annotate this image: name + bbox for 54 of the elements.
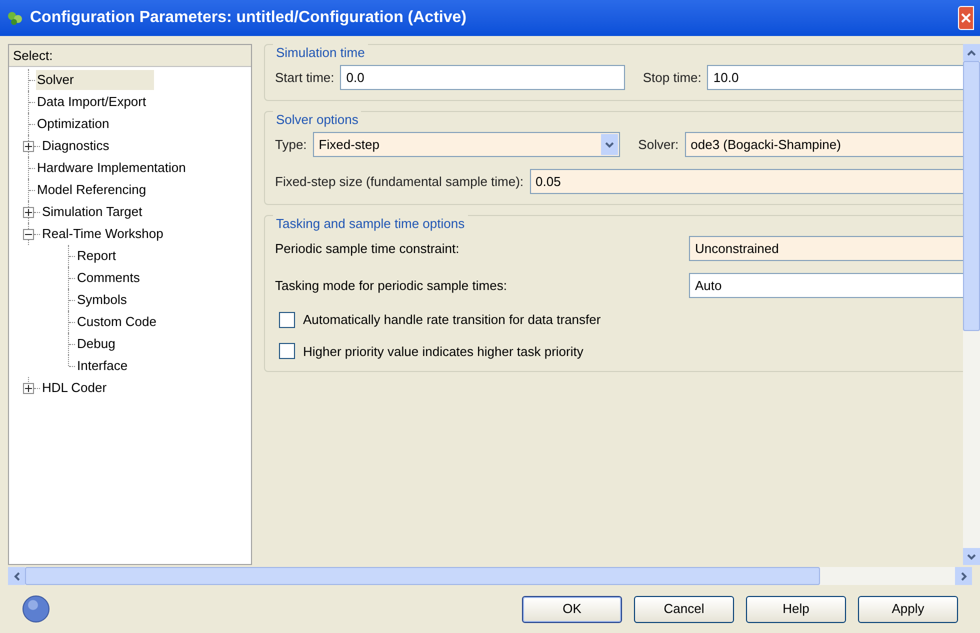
close-icon [961, 13, 971, 23]
close-button[interactable] [958, 6, 974, 30]
app-icon [6, 9, 24, 27]
scroll-left-icon[interactable] [8, 567, 25, 585]
scroll-up-icon[interactable] [963, 44, 980, 61]
tree-header: Select: [9, 45, 251, 67]
tree-item[interactable]: Diagnostics [41, 136, 110, 156]
tree-item[interactable]: Real-Time Workshop [41, 224, 164, 244]
expand-icon[interactable] [23, 206, 34, 218]
input-field[interactable]: 0.05 [530, 169, 963, 194]
tree-item[interactable]: Hardware Implementation [36, 158, 187, 178]
field-label: Stop time: [642, 68, 702, 87]
horizontal-scrollbar[interactable] [8, 567, 972, 585]
expand-icon[interactable] [23, 140, 34, 152]
tree-item[interactable]: Interface [76, 356, 129, 376]
dialog-button[interactable]: Cancel [634, 596, 734, 622]
tree-item[interactable]: Custom Code [76, 312, 158, 332]
tree-item[interactable]: Simulation Target [41, 202, 144, 222]
input-field[interactable]: ode3 (Bogacki-Shampine) [684, 132, 963, 157]
tree-item[interactable]: Optimization [36, 114, 110, 134]
field-label: Periodic sample time constraint: [275, 240, 460, 256]
group-title: Tasking and sample time options [273, 214, 468, 234]
vertical-scrollbar[interactable] [963, 44, 980, 565]
input-field[interactable]: 0.0 [340, 65, 625, 90]
tree-item[interactable]: Comments [76, 268, 141, 288]
field-label: Type: [275, 136, 307, 154]
checkbox-label: Higher priority value indicates higher task priority [303, 342, 584, 361]
checkbox[interactable] [279, 312, 295, 328]
tree-item[interactable]: Data Import/Export [36, 92, 148, 112]
tree-item[interactable]: Symbols [76, 290, 128, 310]
collapse-icon[interactable] [23, 228, 34, 240]
tree-item[interactable]: Model Referencing [36, 180, 148, 200]
dialog-button[interactable]: Apply [858, 596, 958, 622]
tree-item[interactable]: Solver [36, 70, 154, 90]
checkbox-label: Automatically handle rate transition for data transfer [303, 311, 601, 329]
input-field[interactable]: Auto [689, 273, 963, 298]
field-label: Solver: [638, 136, 679, 154]
type-dropdown[interactable]: Fixed-step [312, 132, 620, 157]
tree-item[interactable]: HDL Coder [41, 378, 108, 398]
input-field[interactable]: 10.0 [707, 65, 963, 90]
field-label: Tasking mode for periodic sample times: [275, 278, 507, 292]
tree-item[interactable]: Report [76, 246, 118, 266]
expand-icon[interactable] [23, 382, 34, 394]
scroll-right-icon[interactable] [955, 567, 972, 585]
group-title: Solver options [273, 110, 362, 130]
window-title: Configuration Parameters: untitled/Configuration (Active) [30, 8, 468, 28]
field-label: Start time: [275, 68, 334, 87]
dialog-button[interactable]: OK [522, 596, 622, 622]
checkbox[interactable] [279, 343, 295, 360]
field-label: Fixed-step size (fundamental sample time): [275, 172, 524, 191]
input-field[interactable]: Unconstrained [689, 236, 963, 261]
dialog-button[interactable]: Help [746, 596, 846, 622]
scroll-down-icon[interactable] [963, 548, 980, 565]
tree-item[interactable]: Debug [76, 334, 116, 354]
